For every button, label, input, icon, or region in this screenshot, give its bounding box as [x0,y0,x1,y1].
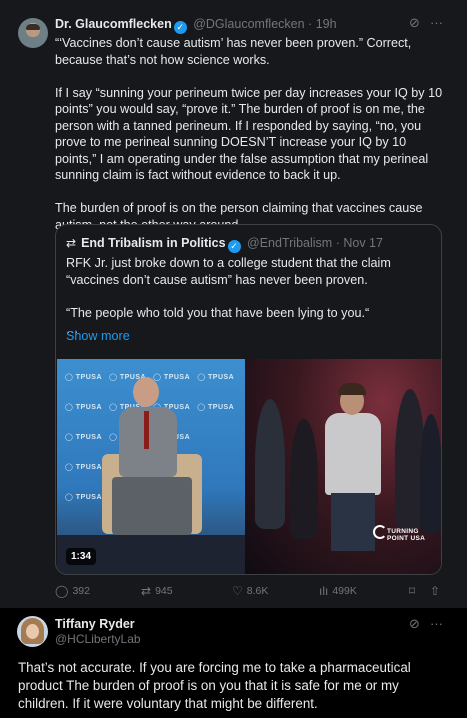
speaker-legs [112,477,192,535]
repost-icon: ⇄ [141,584,152,598]
tweet-time[interactable]: 19h [316,17,337,31]
views-icon: ılı [319,584,329,598]
quoted-date[interactable]: Nov 17 [343,236,383,250]
separator-dot: · [308,17,313,31]
view-count: 499K [332,585,357,597]
bookmark-icon: ⌑ [409,584,416,598]
backdrop-logo-icon: ◯ TPUSA [65,494,103,501]
main-tweet[interactable]: Dr. Glaucomflecken ✓ @DGlaucomflecken · 1… [0,0,467,608]
verified-badge-icon: ✓ [227,240,241,253]
turning-point-logo-icon [373,525,387,539]
quoted-author-name[interactable]: End Tribalism in Politics [81,236,225,250]
quoted-text: RFK Jr. just broke down to a college stu… [66,256,391,336]
bookmark-button[interactable]: ⌑ [409,584,419,598]
like-button[interactable]: ♡ 8.6K [232,584,268,598]
author-handle[interactable]: @DGlaucomflecken [193,17,304,31]
share-icon: ⇧ [430,584,441,598]
action-bar: ◯ 392 ⇄ 945 ♡ 8.6K ılı 499K ⌑ ⇧ [55,584,445,600]
like-icon: ♡ [232,584,243,598]
repost-count: 945 [155,585,173,597]
audience-member [420,414,441,534]
quoted-tweet[interactable]: ⇄ End Tribalism in Politics ✓ @EndTribalis… [55,224,442,575]
tweet-text: “‘Vaccines don’t cause autism’ has never… [55,36,443,232]
quoted-header: ⇄ End Tribalism in Politics ✓ @EndTribalis… [66,236,383,253]
audience-member [290,419,318,539]
turning-point-watermark: TURNING POINT USA [373,523,429,553]
repost-button[interactable]: ⇄ 945 [141,584,173,598]
quoted-author-handle[interactable]: @EndTribalism [247,236,332,250]
reply-icon: ◯ [55,584,69,598]
views-button[interactable]: ılı 499K [319,584,357,598]
student-hair [338,383,366,395]
reply-button[interactable]: ◯ 392 [55,584,90,598]
watermark-text: TURNING POINT USA [387,528,426,542]
grok-icon[interactable]: ⊘ [409,15,420,31]
verified-badge-icon: ✓ [173,21,187,34]
repost-icon: ⇄ [66,236,77,250]
reply-text: That’s not accurate. If you are forcing … [18,660,411,711]
speaker-tie [144,411,149,449]
author-name[interactable]: Dr. Glaucomflecken [55,17,172,31]
speaker-head [133,377,159,407]
video-duration: 1:34 [66,548,97,565]
separator-dot: · [335,236,340,250]
student-figure [325,413,381,495]
show-more-link[interactable]: Show more [66,329,130,343]
reply-author-name[interactable]: Tiffany Ryder [55,617,135,631]
more-icon[interactable]: ··· [430,616,443,631]
avatar-face [26,624,39,639]
tweet-header: Dr. Glaucomflecken ✓ @DGlaucomflecken · 1… [55,17,337,34]
audience-member [255,399,285,529]
like-count: 8.6K [246,585,269,597]
reply-tweet[interactable]: Tiffany Ryder @HCLibertyLab ⊘ ··· That’s… [0,608,467,718]
share-button[interactable]: ⇧ [430,584,444,598]
student-legs [331,493,375,551]
video-stage-backdrop: ◯ TPUSA ◯ TPUSA ◯ TPUSA ◯ TPUSA ◯ TPUSA … [57,359,245,574]
grok-icon[interactable]: ⊘ [409,616,420,632]
author-avatar[interactable] [18,18,48,48]
more-icon[interactable]: ··· [430,15,443,30]
reply-count: 392 [72,585,90,597]
reply-author-handle[interactable]: @HCLibertyLab [55,632,141,646]
reply-author-avatar[interactable] [17,616,48,647]
video-player[interactable]: ◯ TPUSA ◯ TPUSA ◯ TPUSA ◯ TPUSA ◯ TPUSA … [57,359,441,574]
